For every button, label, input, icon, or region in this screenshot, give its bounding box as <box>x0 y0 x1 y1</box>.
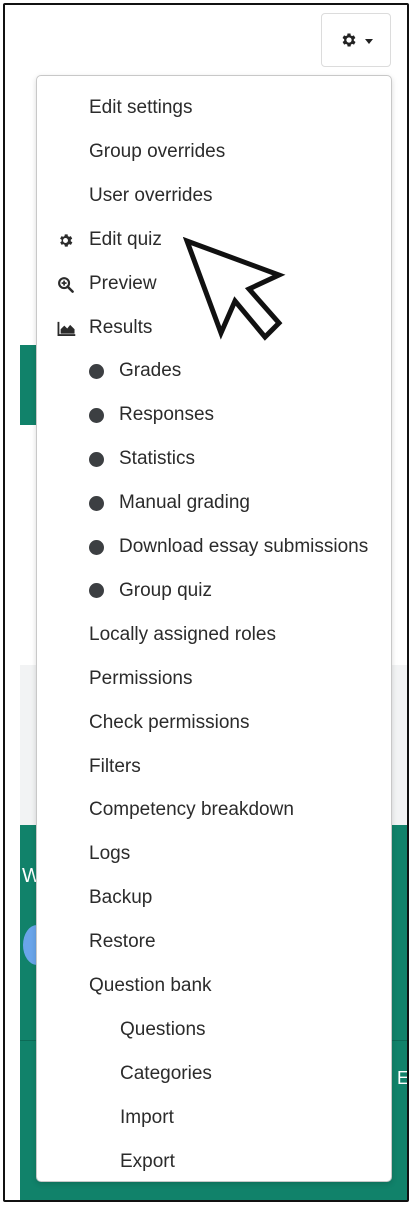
menu-item-label: Categories <box>120 1062 212 1084</box>
menu-item-label: Group quiz <box>119 579 212 601</box>
menu-item-categories[interactable]: Categories <box>37 1054 391 1094</box>
menu-item-label: Manual grading <box>119 492 250 514</box>
area-chart-icon <box>57 320 76 337</box>
mouse-pointer-icon <box>182 236 287 347</box>
menu-item-label: Preview <box>89 272 157 294</box>
menu-item-restore[interactable]: Restore <box>37 922 391 962</box>
menu-item-label: Permissions <box>89 667 193 689</box>
menu-item-questions[interactable]: Questions <box>37 1010 391 1050</box>
caret-down-icon <box>364 38 373 44</box>
menu-item-label: Responses <box>119 404 215 426</box>
menu-item-user-overrides[interactable]: User overrides <box>37 176 391 216</box>
menu-item-backup[interactable]: Backup <box>37 878 391 918</box>
menu-item-label: Locally assigned roles <box>89 623 276 645</box>
bullet-icon <box>89 583 104 599</box>
menu-item-import[interactable]: Import <box>37 1098 391 1138</box>
menu-item-label: Statistics <box>119 448 196 470</box>
bullet-icon <box>89 539 104 555</box>
menu-item-label: Import <box>120 1106 174 1128</box>
bullet-icon <box>89 451 104 467</box>
menu-item-manual-grading[interactable]: Manual grading <box>37 483 391 523</box>
menu-item-statistics[interactable]: Statistics <box>37 439 391 479</box>
menu-item-label: User overrides <box>89 184 213 206</box>
menu-item-label: Competency breakdown <box>89 799 294 821</box>
menu-item-label: Question bank <box>89 975 212 996</box>
bullet-icon <box>89 407 104 423</box>
menu-item-check-permissions[interactable]: Check permissions <box>37 703 391 743</box>
menu-item-responses[interactable]: Responses <box>37 395 391 435</box>
menu-item-label: Filters <box>89 755 141 777</box>
menu-item-group-overrides[interactable]: Group overrides <box>37 132 391 172</box>
menu-item-edit-settings[interactable]: Edit settings <box>37 88 391 128</box>
gear-icon <box>340 31 358 49</box>
menu-item-label: Backup <box>89 887 153 909</box>
menu-item-filters[interactable]: Filters <box>37 747 391 787</box>
settings-menu-button[interactable] <box>321 13 391 67</box>
gear-icon <box>57 232 74 249</box>
menu-item-download-essay-submissions[interactable]: Download essay submissions <box>37 527 391 567</box>
menu-item-label: Logs <box>89 843 131 865</box>
bullet-icon <box>89 495 104 511</box>
menu-item-logs[interactable]: Logs <box>37 834 391 874</box>
zoom-in-icon <box>57 276 74 293</box>
menu-item-label: Group overrides <box>89 140 226 162</box>
screenshot-frame: W E Edit settings Group overrides User ove… <box>3 3 409 1202</box>
menu-item-locally-assigned-roles[interactable]: Locally assigned roles <box>37 615 391 655</box>
menu-item-permissions[interactable]: Permissions <box>37 659 391 699</box>
menu-item-group-quiz[interactable]: Group quiz <box>37 571 391 611</box>
menu-item-label: Export <box>120 1150 175 1172</box>
menu-item-label: Grades <box>119 360 182 382</box>
page-edge-letter-right: E <box>397 1068 409 1088</box>
menu-item-label: Results <box>89 316 153 338</box>
menu-item-label: Restore <box>89 931 156 953</box>
menu-item-label: Check permissions <box>89 711 250 733</box>
menu-item-grades[interactable]: Grades <box>37 351 391 391</box>
menu-item-label: Edit settings <box>89 97 193 118</box>
bullet-icon <box>89 363 104 379</box>
menu-item-question-bank[interactable]: Question bank <box>37 966 391 1006</box>
menu-item-label: Download essay submissions <box>119 536 369 557</box>
menu-item-label: Edit quiz <box>89 228 162 250</box>
menu-item-competency-breakdown[interactable]: Competency breakdown <box>37 790 391 830</box>
menu-item-label: Questions <box>120 1018 206 1040</box>
menu-item-export[interactable]: Export <box>37 1142 391 1182</box>
